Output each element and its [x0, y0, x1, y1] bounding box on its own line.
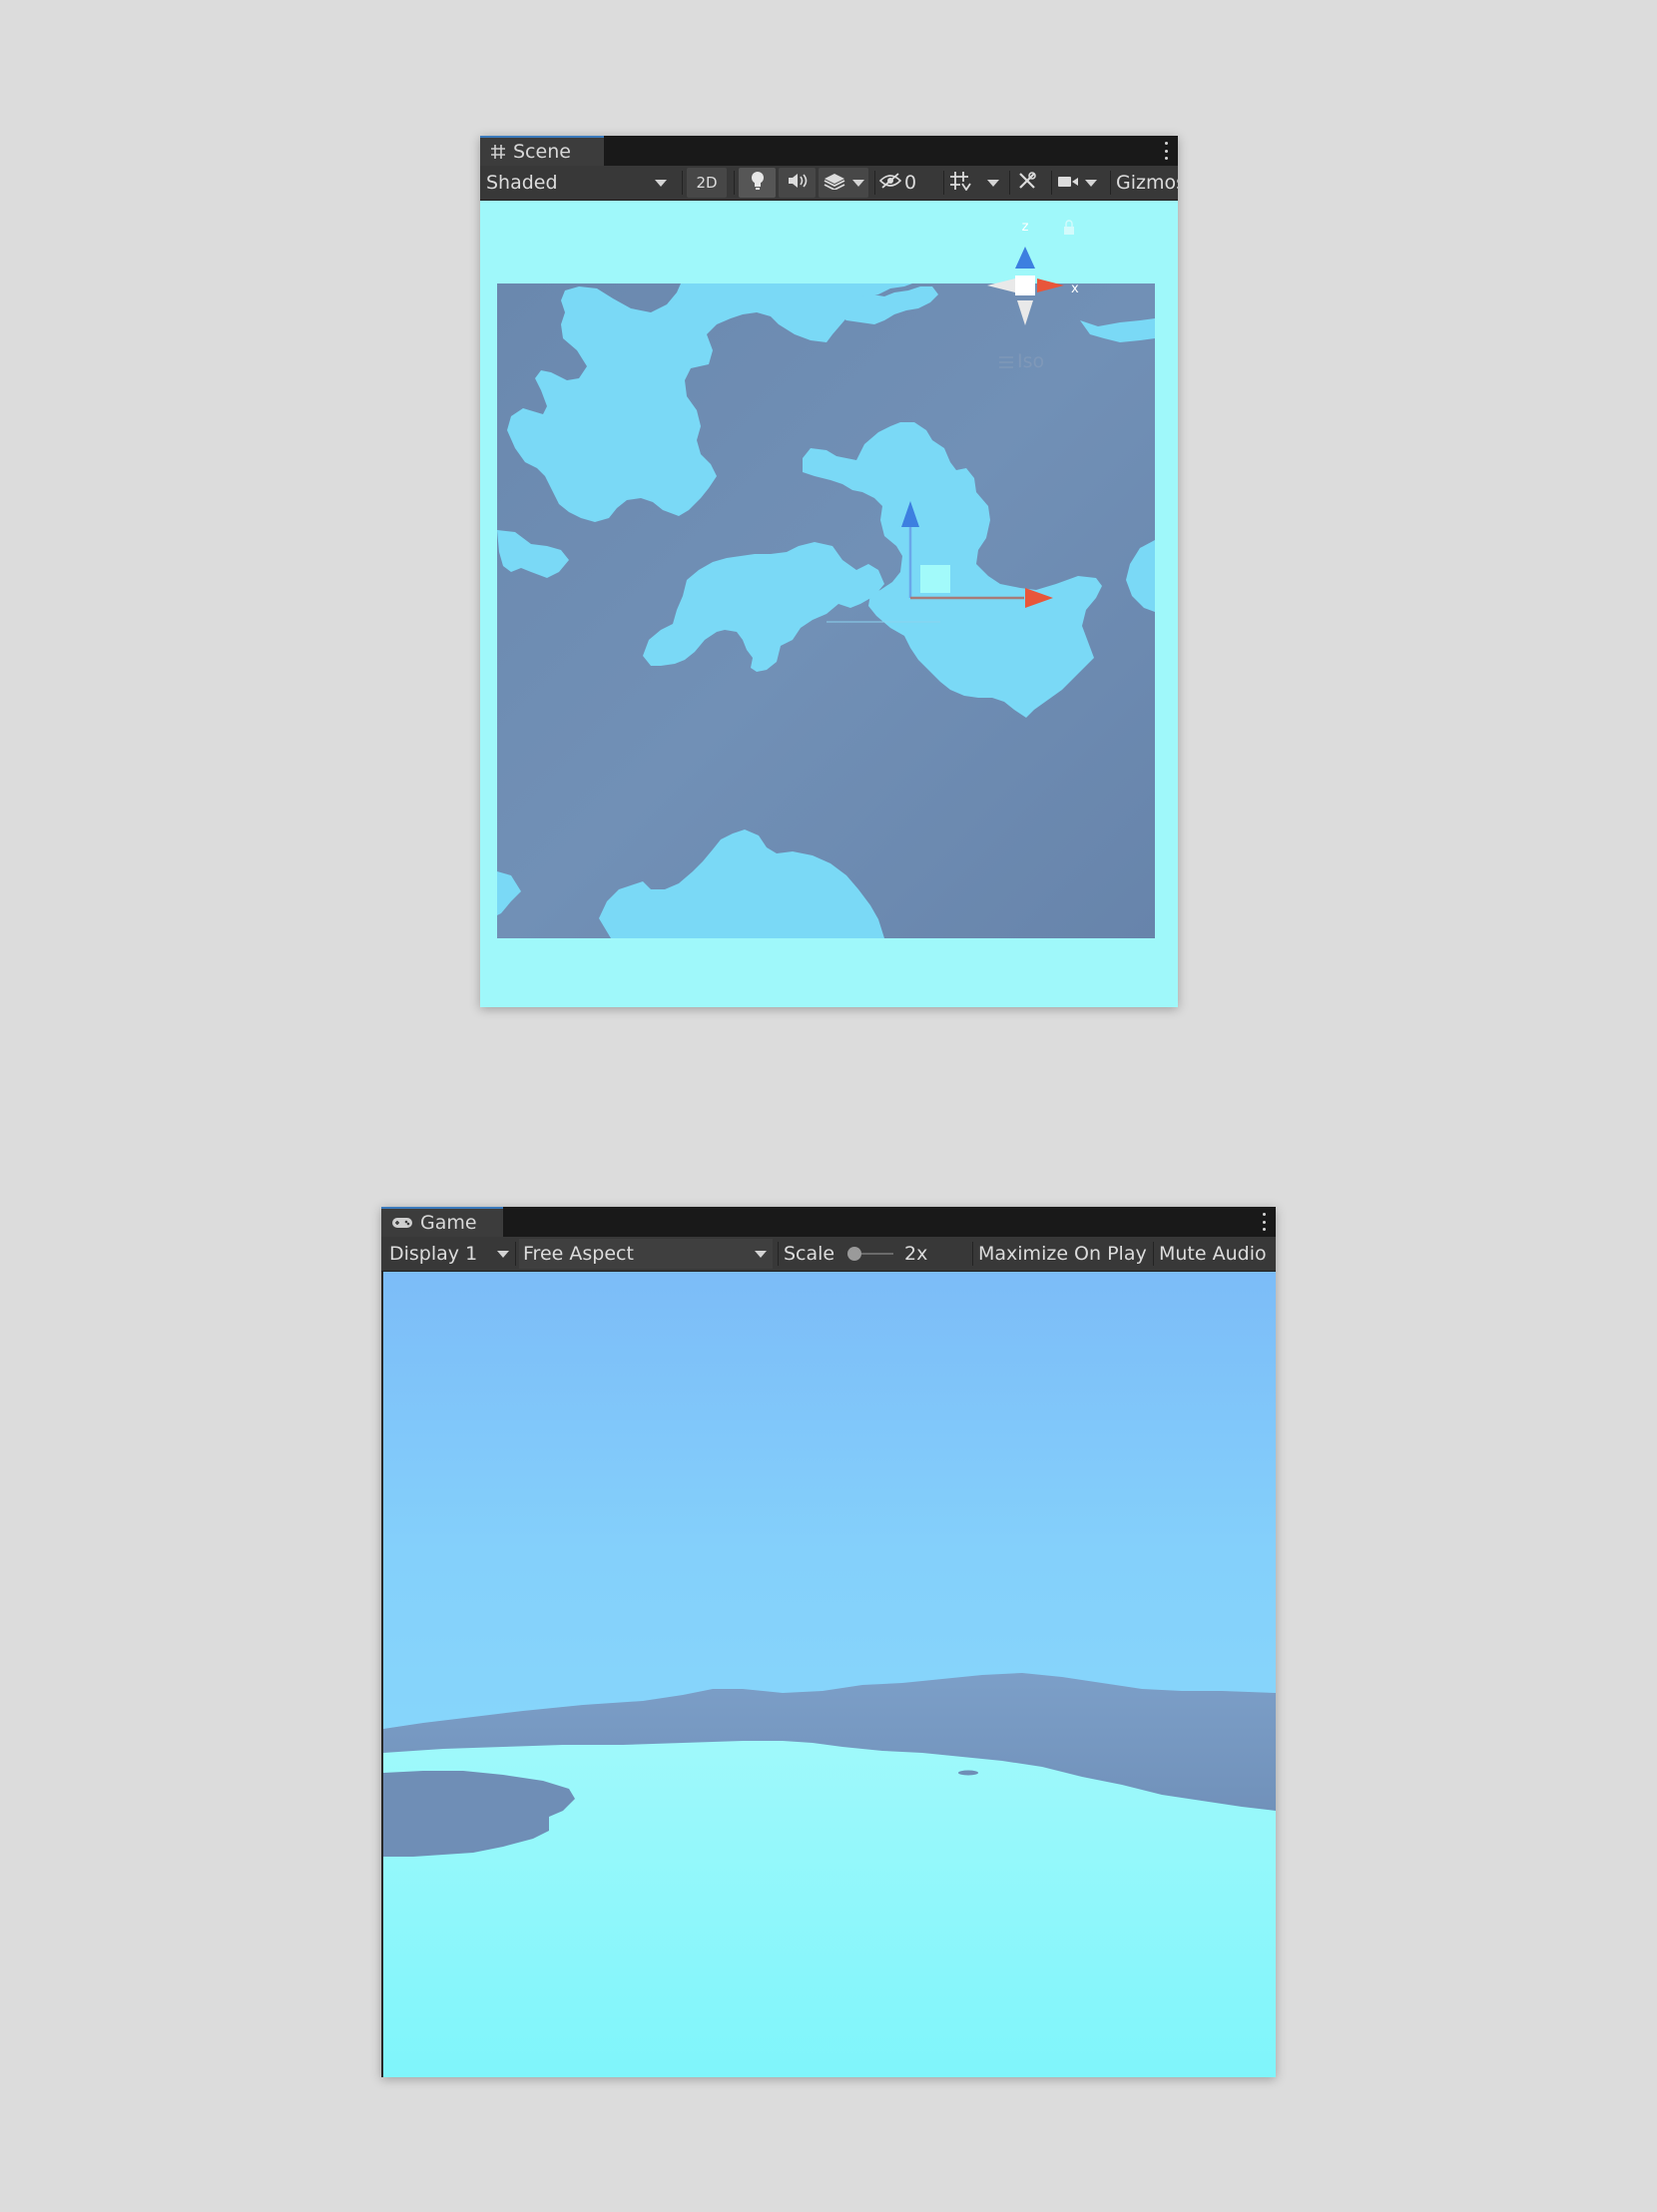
more-menu-icon[interactable] [1262, 1213, 1266, 1231]
grid-snap-icon [949, 171, 973, 196]
eye-slash-icon [878, 172, 902, 194]
chevron-down-icon [755, 1251, 767, 1258]
scene-window: Scene Shaded 2D 0 Gizmo z x Iso [480, 136, 1178, 1007]
game-render [383, 1272, 1276, 2077]
maximize-on-play-label: Maximize On Play [978, 1243, 1147, 1265]
draw-mode-dropdown[interactable]: Shaded [486, 168, 671, 198]
axis-z-label: z [1022, 220, 1029, 235]
video-camera-icon [1057, 172, 1079, 194]
orientation-label: Iso [1017, 350, 1044, 372]
speaker-icon [787, 172, 809, 194]
mute-audio-toggle[interactable]: Mute Audio [1159, 1239, 1275, 1269]
scale-value: 2x [904, 1243, 928, 1265]
game-tab-bar: Game [381, 1207, 1276, 1237]
tab-label: Game [420, 1212, 477, 1234]
maximize-on-play-toggle[interactable]: Maximize On Play [978, 1239, 1152, 1269]
mute-audio-label: Mute Audio [1159, 1243, 1267, 1265]
scene-terrain-render: z x Iso [497, 220, 1155, 938]
grid-hash-icon [490, 144, 506, 160]
game-window: Game Display 1 Free Aspect Scale 2x Maxi… [381, 1207, 1276, 2077]
chevron-down-icon [1085, 179, 1097, 187]
hidden-objects-count: 0 [904, 172, 917, 194]
draw-mode-value: Shaded [486, 172, 558, 194]
gamepad-icon [391, 1216, 413, 1230]
aspect-value: Free Aspect [523, 1243, 634, 1265]
selected-object-marker [920, 565, 950, 593]
effects-toggle-button[interactable] [819, 168, 868, 198]
lock-icon [1064, 220, 1074, 235]
axis-x-label: x [1071, 281, 1079, 296]
tab-scene[interactable]: Scene [480, 136, 604, 166]
chevron-down-icon [987, 179, 999, 187]
display-dropdown[interactable]: Display 1 [389, 1239, 509, 1269]
scale-slider[interactable] [845, 1239, 895, 1269]
lighting-toggle-button[interactable] [739, 168, 776, 198]
audio-toggle-button[interactable] [779, 168, 816, 198]
scale-label: Scale [784, 1243, 835, 1265]
tools-wrench-icon [1017, 171, 1037, 196]
effects-layers-icon [823, 172, 846, 195]
gizmos-dropdown[interactable]: Gizmos [1116, 168, 1178, 198]
tab-game[interactable]: Game [381, 1207, 503, 1237]
display-value: Display 1 [389, 1243, 478, 1265]
aspect-dropdown[interactable]: Free Aspect [519, 1239, 773, 1269]
gizmos-label: Gizmos [1116, 172, 1178, 194]
scene-viewport[interactable]: z x Iso [480, 201, 1178, 1007]
lightbulb-icon [750, 171, 766, 196]
scene-toolbar: Shaded 2D 0 Gizmo [480, 166, 1178, 201]
camera-settings-button[interactable] [1057, 168, 1107, 198]
chevron-down-icon [655, 180, 667, 187]
toggle-2d-label: 2D [696, 174, 718, 192]
scene-tab-bar: Scene [480, 136, 1178, 166]
chevron-down-icon [497, 1251, 509, 1258]
game-toolbar: Display 1 Free Aspect Scale 2x Maximize … [381, 1237, 1276, 1272]
small-rock [958, 1770, 978, 1776]
grid-snapping-button[interactable] [949, 168, 1005, 198]
scene-visibility-button[interactable]: 0 [878, 168, 929, 198]
more-menu-icon[interactable] [1164, 142, 1168, 160]
scale-slider-thumb[interactable] [847, 1247, 861, 1261]
chevron-down-icon [852, 179, 864, 187]
game-viewport[interactable] [383, 1272, 1276, 2077]
toggle-2d-button[interactable]: 2D [687, 168, 727, 198]
tab-label: Scene [513, 141, 571, 163]
tools-button[interactable] [1017, 168, 1047, 198]
